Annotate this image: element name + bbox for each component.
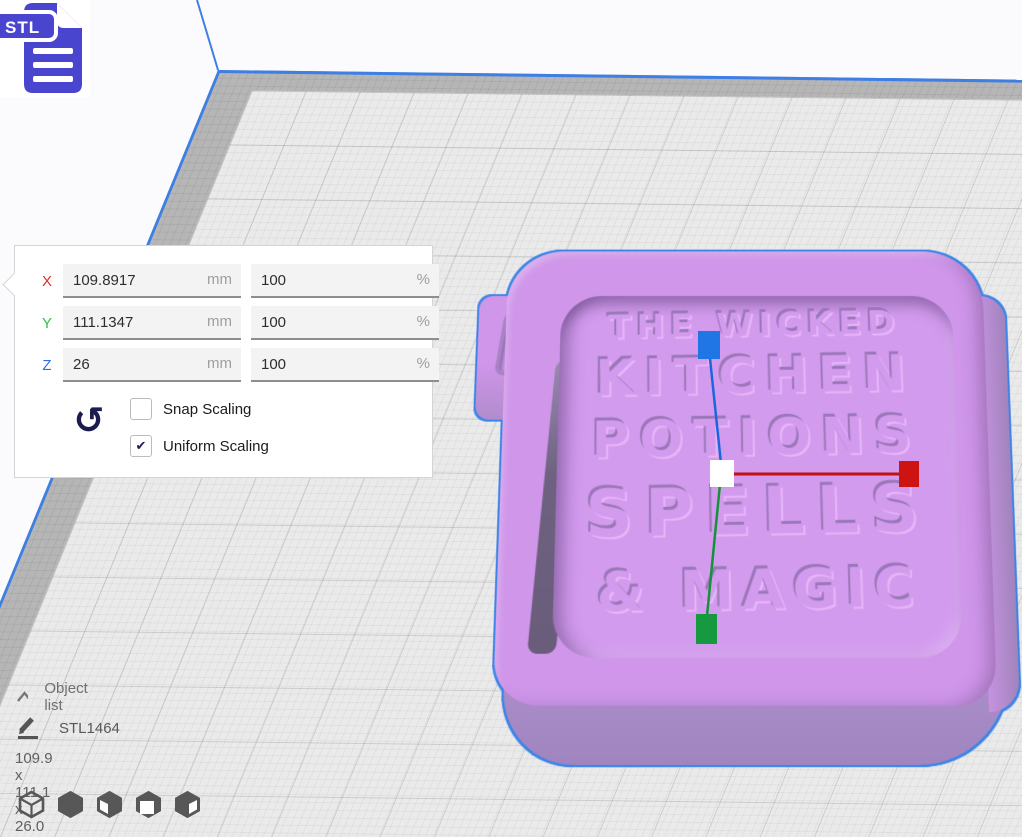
scale-y-mm-input[interactable]: [63, 306, 241, 338]
uniform-scaling-checkbox-row[interactable]: ✔ Uniform Scaling: [130, 435, 269, 457]
gizmo-x-handle[interactable]: [899, 461, 919, 487]
view-solid-button[interactable]: [57, 790, 84, 819]
scale-z-mm-input[interactable]: [63, 348, 241, 380]
snap-scaling-checkbox[interactable]: [130, 398, 152, 420]
snap-scaling-label: Snap Scaling: [163, 401, 251, 418]
scale-z-percent-input[interactable]: [251, 348, 439, 380]
stl-badge-label: STL: [5, 18, 40, 37]
view-right-button[interactable]: [174, 790, 201, 819]
scale-row-z: Z mm %: [31, 348, 439, 382]
object-list-header[interactable]: Object list: [16, 680, 92, 714]
scale-y-percent-input[interactable]: [251, 306, 439, 338]
axis-z-label: Z: [31, 357, 63, 374]
gizmo-center-handle[interactable]: [710, 460, 734, 487]
gizmo-y-handle[interactable]: [696, 614, 717, 644]
cube-wireframe-icon: [18, 790, 45, 819]
view-front-button[interactable]: [135, 790, 162, 819]
scale-x-mm-input[interactable]: [63, 264, 241, 296]
uniform-scaling-label: Uniform Scaling: [163, 438, 269, 455]
object-list-item[interactable]: STL1464: [17, 716, 120, 740]
view-3d-button[interactable]: [18, 790, 45, 819]
reset-scale-button[interactable]: ↺: [67, 398, 111, 444]
view-left-button[interactable]: [96, 790, 123, 819]
uniform-scaling-checkbox[interactable]: ✔: [130, 435, 152, 457]
object-name: STL1464: [59, 720, 120, 737]
stl-file-icon: STL: [0, 0, 90, 97]
chevron-up-icon: [16, 691, 28, 703]
axis-y-label: Y: [31, 315, 63, 332]
cube-solid-icon: [57, 790, 84, 819]
cube-right-face-icon: [174, 790, 201, 819]
scale-row-y: Y mm %: [31, 306, 439, 340]
gizmo-z-handle[interactable]: [698, 331, 720, 359]
axis-x-label: X: [31, 273, 63, 290]
cube-left-face-icon: [96, 790, 123, 819]
reset-icon: ↺: [73, 400, 104, 441]
snap-scaling-checkbox-row[interactable]: Snap Scaling: [130, 398, 251, 420]
document-fold: [57, 3, 82, 28]
scale-row-x: X mm %: [31, 264, 439, 298]
scale-x-percent-input[interactable]: [251, 264, 439, 296]
object-list-title: Object list: [44, 680, 92, 714]
scale-tool-panel: X mm % Y mm % Z mm % ↺ Snap Scaling ✔ Un: [14, 245, 433, 478]
cube-front-face-icon: [135, 790, 162, 819]
view-toolbar: [18, 790, 213, 819]
viewport-3d: THE WICKED KITCHEN POTIONS SPELLS & MAGI…: [0, 0, 1022, 837]
pencil-icon: [17, 716, 39, 740]
